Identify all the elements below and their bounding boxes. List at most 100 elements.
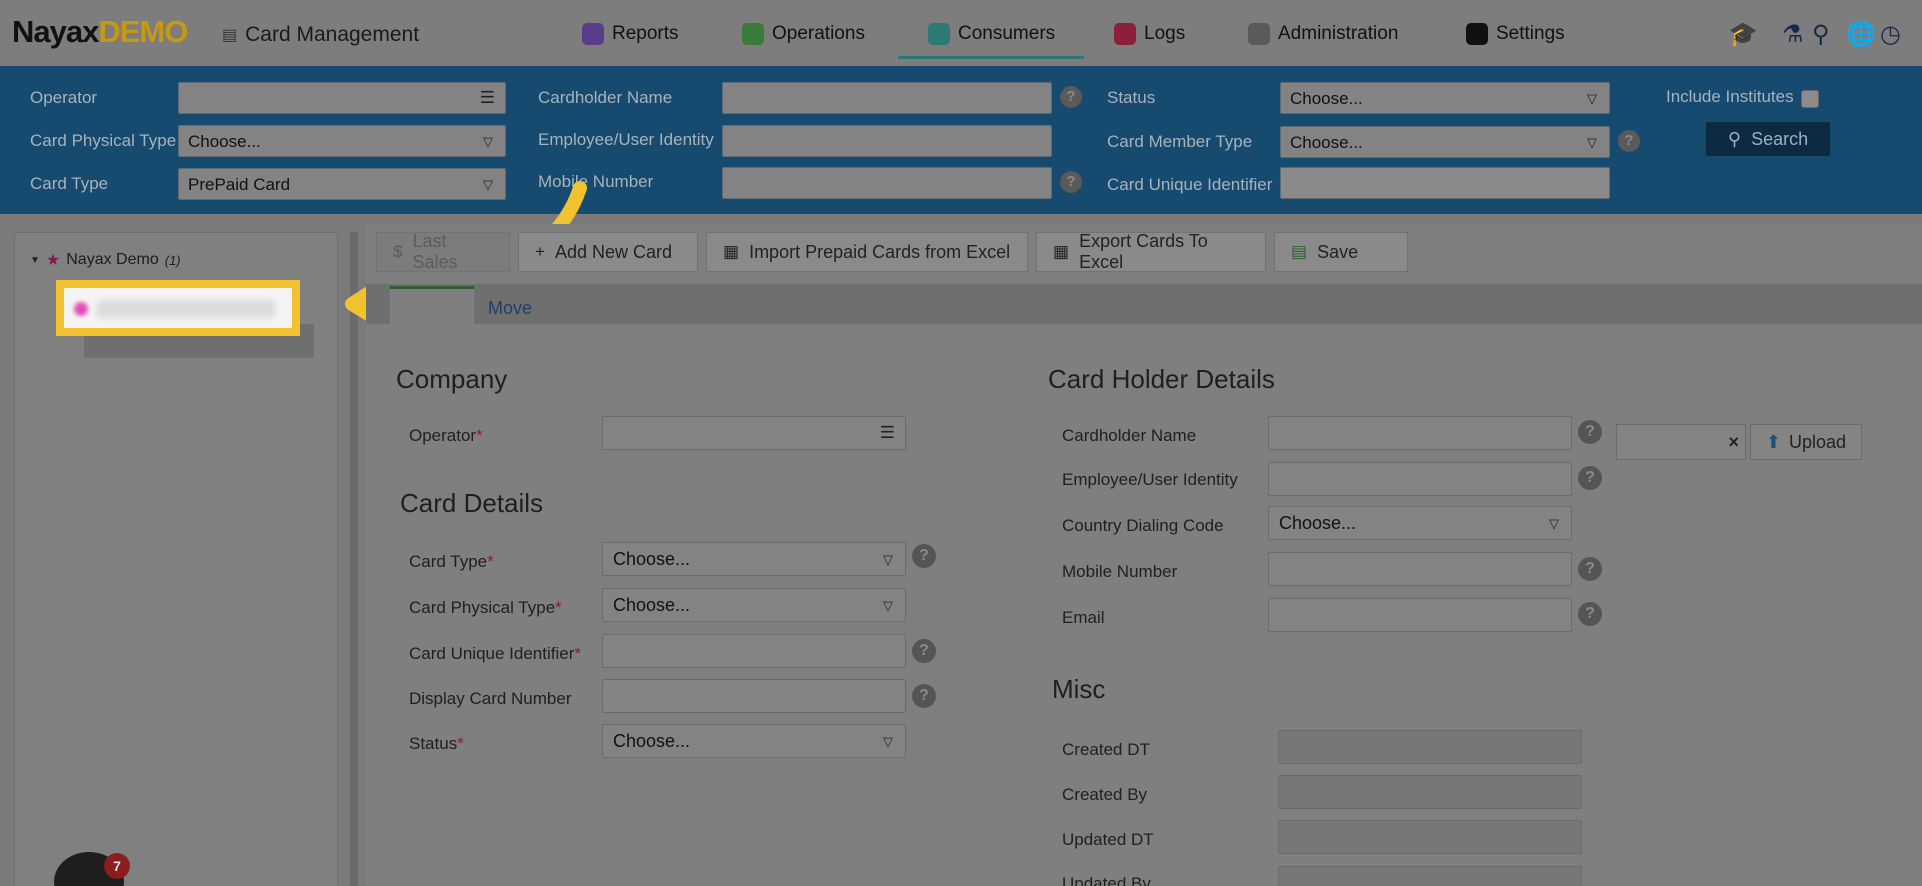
updated-dt-field <box>1278 820 1582 854</box>
upload-button[interactable]: ⬆ Upload <box>1750 424 1862 460</box>
nav-item-settings[interactable]: Settings <box>1466 20 1565 48</box>
list-icon[interactable]: ☰ <box>480 88 495 108</box>
status-select[interactable]: Choose... ▽ <box>602 724 906 758</box>
filter-cardholder-name-input[interactable] <box>722 82 1052 114</box>
nayax-logo[interactable]: NayaxDEMO <box>12 14 188 50</box>
country-code-select[interactable]: Choose... ▽ <box>1268 506 1572 540</box>
help-icon[interactable]: ? <box>1578 557 1602 581</box>
filter-employee-identity-label: Employee/User Identity <box>538 130 714 149</box>
chevron-down-icon: ▽ <box>1587 91 1597 106</box>
filter-status-select[interactable]: Choose... ▽ <box>1280 82 1610 114</box>
upload-file-input[interactable]: × <box>1616 424 1746 460</box>
help-icon[interactable]: ? <box>1578 466 1602 490</box>
help-icon[interactable]: ? <box>912 544 936 568</box>
help-icon[interactable]: ? <box>1618 130 1640 152</box>
nav-item-consumers[interactable]: Consumers <box>928 20 1055 48</box>
filter-card-member-type-select[interactable]: Choose... ▽ <box>1280 126 1610 158</box>
search-icon[interactable]: ⚲ <box>1812 20 1830 49</box>
filter-card-physical-type-select[interactable]: Choose... ▽ <box>178 125 506 157</box>
export-cards-button[interactable]: ▦ Export Cards To Excel <box>1036 231 1266 272</box>
filter-card-type-label: Card Type <box>30 174 109 193</box>
help-icon[interactable]: ? <box>912 639 936 663</box>
add-new-card-button[interactable]: + Add New Card <box>518 232 698 272</box>
filter-card-member-type-label: Card Member Type <box>1107 132 1253 151</box>
filter-operator-input[interactable]: ☰ <box>178 82 506 114</box>
card-detail-panel: $ Last Sales + Add New Card ▦ Import Pre… <box>366 224 1922 886</box>
nav-item-administration[interactable]: Administration <box>1248 20 1398 48</box>
export-cards-label: Export Cards To Excel <box>1079 231 1208 272</box>
filter-mobile-number-input[interactable] <box>722 167 1052 199</box>
filter-employee-identity-input[interactable] <box>722 125 1052 157</box>
include-institutes-label: Include Institutes <box>1666 87 1794 106</box>
help-icon[interactable]: ? <box>1578 420 1602 444</box>
tab-strip <box>366 284 1922 324</box>
tab-general[interactable] <box>390 286 474 324</box>
card-physical-type-select[interactable]: Choose... ▽ <box>602 588 906 622</box>
top-navigation-bar: NayaxDEMO ▤ Card Management Reports Oper… <box>0 0 1922 66</box>
chevron-down-icon: ▽ <box>883 734 893 749</box>
filter-card-member-type-value: Choose... <box>1290 133 1363 152</box>
include-institutes-checkbox[interactable] <box>1801 90 1819 108</box>
notification-badge[interactable]: 7 <box>104 853 130 879</box>
nav-item-logs[interactable]: Logs <box>1114 20 1185 48</box>
last-sales-button[interactable]: $ Last Sales <box>376 231 510 272</box>
chevron-down-icon: ▽ <box>883 598 893 613</box>
upload-icon: ⬆ <box>1765 431 1782 452</box>
clock-icon[interactable]: ◷ <box>1880 20 1901 49</box>
save-button[interactable]: ▤ Save <box>1274 232 1408 272</box>
status-value: Choose... <box>613 731 691 751</box>
search-filter-bar: Operator ☰ Card Physical Type Choose... … <box>0 66 1922 214</box>
tree-node-nayax-demo[interactable]: ▼ ★ Nayax Demo (1) <box>30 250 181 270</box>
list-icon[interactable]: ☰ <box>880 423 895 443</box>
chevron-down-icon: ▽ <box>483 134 493 149</box>
card-type-select[interactable]: Choose... ▽ <box>602 542 906 576</box>
add-new-card-label: Add New Card <box>554 241 672 262</box>
nav-item-reports[interactable]: Reports <box>582 20 679 48</box>
help-icon[interactable]: ? <box>912 684 936 708</box>
upload-label: Upload <box>1789 431 1847 452</box>
organization-icon: ★ <box>45 252 61 269</box>
logs-icon <box>1114 23 1136 45</box>
card-unique-id-input[interactable] <box>602 634 906 668</box>
chevron-down-icon: ▽ <box>883 552 893 567</box>
search-icon: ⚲ <box>1727 128 1742 149</box>
tab-move[interactable]: Move <box>488 298 532 319</box>
flask-icon[interactable]: ⚗ <box>1782 20 1804 49</box>
filter-status-value: Choose... <box>1290 89 1363 108</box>
nav-item-label: Operations <box>772 23 865 44</box>
email-label: Email <box>1062 608 1105 627</box>
logo-demo-text: DEMO <box>98 14 188 49</box>
card-physical-type-label: Card Physical Type* <box>409 598 562 617</box>
import-prepaid-cards-button[interactable]: ▦ Import Prepaid Cards from Excel <box>706 232 1028 272</box>
filter-status-label: Status <box>1107 88 1156 107</box>
mobile-number-input[interactable] <box>1268 552 1572 586</box>
updated-dt-label: Updated DT <box>1062 830 1154 849</box>
administration-icon <box>1248 23 1270 45</box>
cardholder-name-input[interactable] <box>1268 416 1572 450</box>
highlighted-tree-node[interactable] <box>56 280 300 336</box>
nav-item-label: Reports <box>612 23 679 44</box>
company-operator-input[interactable]: ☰ <box>602 416 906 450</box>
display-card-number-input[interactable] <box>602 679 906 713</box>
card-details-section-title: Card Details <box>400 488 544 518</box>
expand-arrow-icon[interactable]: ▼ <box>30 255 40 266</box>
help-icon[interactable]: ? <box>1578 602 1602 626</box>
clear-icon[interactable]: × <box>1728 432 1739 453</box>
operations-icon <box>742 23 764 45</box>
help-icon[interactable]: ? <box>1060 171 1082 193</box>
graduation-cap-icon[interactable]: 🎓 <box>1728 20 1758 49</box>
redacted-node-label <box>96 300 276 318</box>
search-button[interactable]: ⚲ Search <box>1706 122 1830 156</box>
company-operator-label: Operator* <box>409 426 483 445</box>
email-input[interactable] <box>1268 598 1572 632</box>
globe-icon[interactable]: 🌐 <box>1846 20 1876 49</box>
nav-item-operations[interactable]: Operations <box>742 20 865 48</box>
filter-card-unique-id-input[interactable] <box>1280 167 1610 199</box>
excel-file-icon: ▦ <box>1053 242 1070 261</box>
import-prepaid-label: Import Prepaid Cards from Excel <box>749 241 1011 262</box>
employee-identity-input[interactable] <box>1268 462 1572 496</box>
help-icon[interactable]: ? <box>1060 86 1082 108</box>
company-section-title: Company <box>396 364 508 394</box>
chevron-down-icon: ▽ <box>1549 516 1559 531</box>
tree-node-label: Nayax Demo <box>66 251 159 268</box>
